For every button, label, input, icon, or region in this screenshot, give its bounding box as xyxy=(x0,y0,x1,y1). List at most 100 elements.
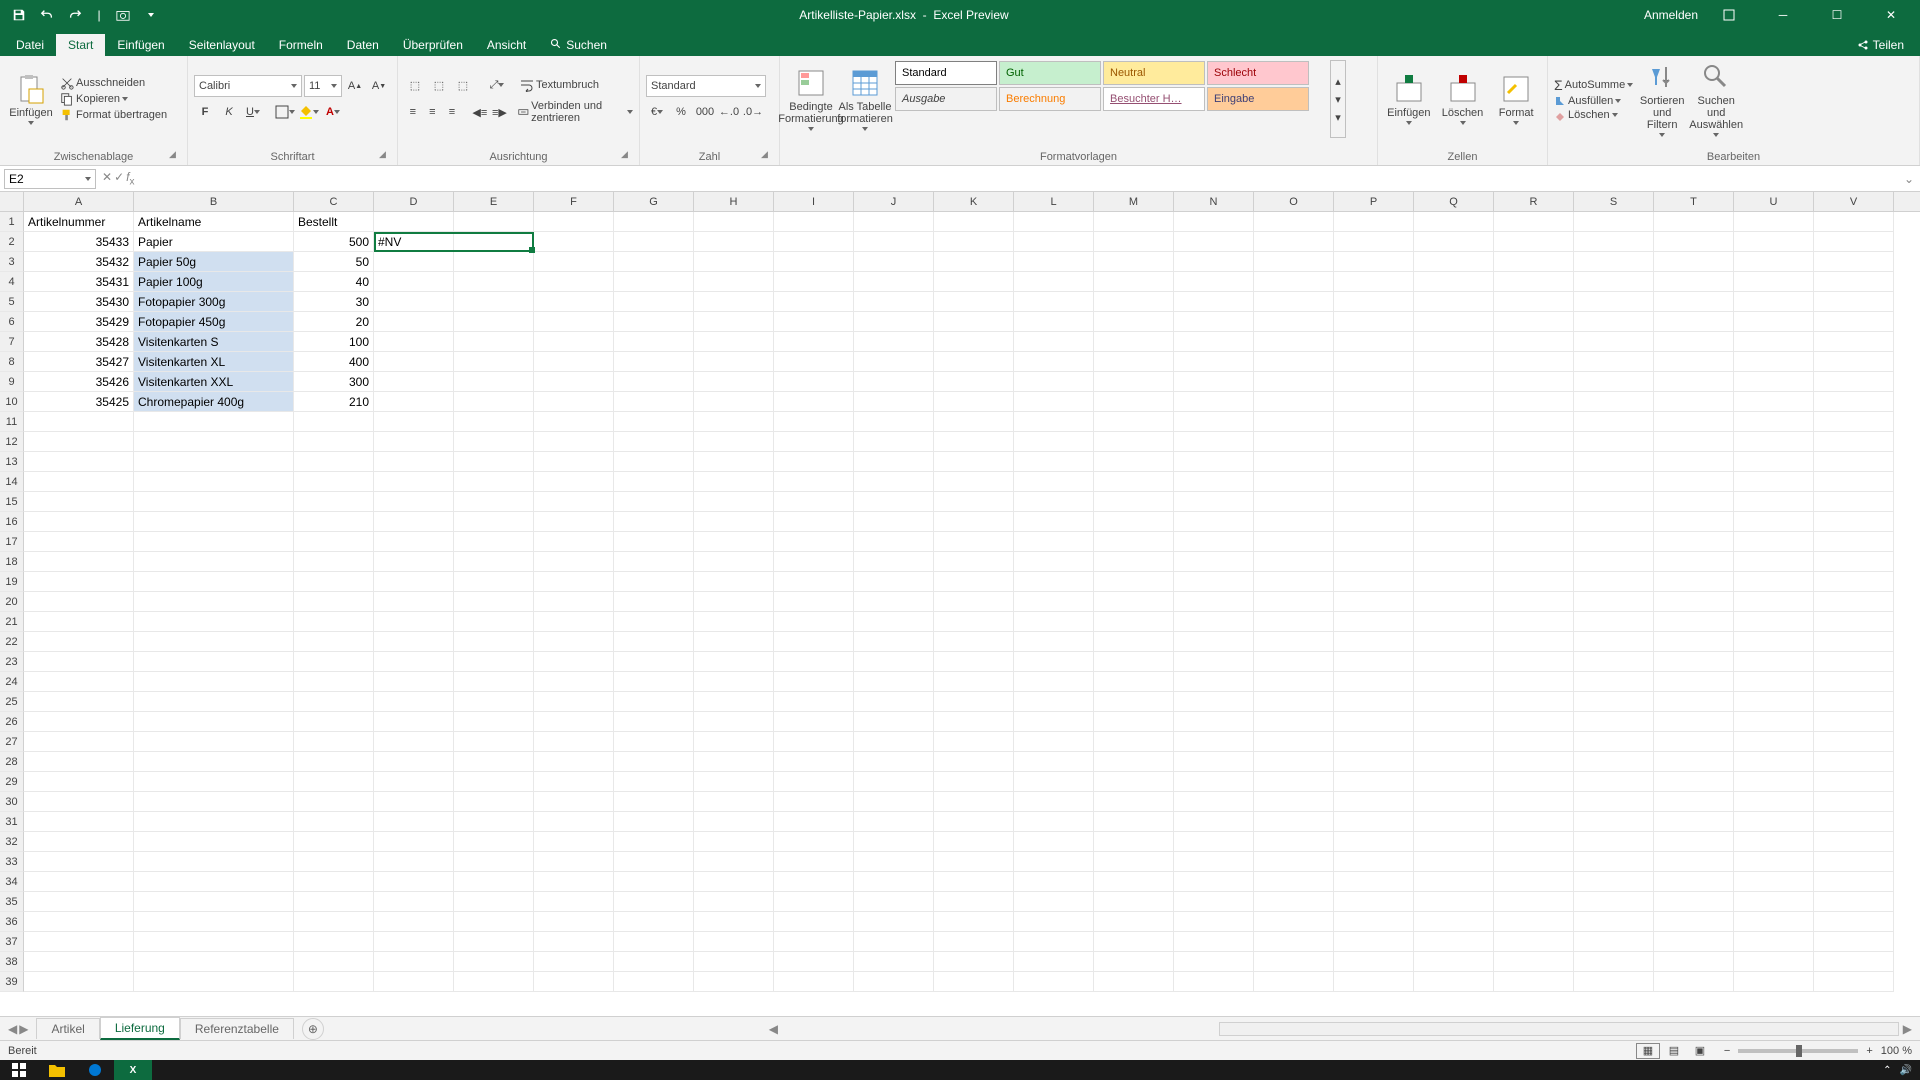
cell-E31[interactable] xyxy=(454,812,534,832)
cell-M4[interactable] xyxy=(1094,272,1174,292)
row-header[interactable]: 38 xyxy=(0,952,24,972)
cell-T32[interactable] xyxy=(1654,832,1734,852)
font-color-button[interactable]: A xyxy=(322,101,344,123)
excel-taskbar-icon[interactable]: X xyxy=(114,1060,152,1080)
cell-L26[interactable] xyxy=(1014,712,1094,732)
cell-K13[interactable] xyxy=(934,452,1014,472)
cell-B5[interactable]: Fotopapier 300g xyxy=(134,292,294,312)
cell-R11[interactable] xyxy=(1494,412,1574,432)
cell-K23[interactable] xyxy=(934,652,1014,672)
cell-C1[interactable]: Bestellt xyxy=(294,212,374,232)
cell-B15[interactable] xyxy=(134,492,294,512)
cell-P4[interactable] xyxy=(1334,272,1414,292)
row-header[interactable]: 5 xyxy=(0,292,24,312)
cell-R25[interactable] xyxy=(1494,692,1574,712)
cell-G37[interactable] xyxy=(614,932,694,952)
cell-U23[interactable] xyxy=(1734,652,1814,672)
cell-E8[interactable] xyxy=(454,352,534,372)
cell-L29[interactable] xyxy=(1014,772,1094,792)
cell-O23[interactable] xyxy=(1254,652,1334,672)
cell-Q29[interactable] xyxy=(1414,772,1494,792)
cell-C36[interactable] xyxy=(294,912,374,932)
cell-N2[interactable] xyxy=(1174,232,1254,252)
cell-O29[interactable] xyxy=(1254,772,1334,792)
cell-K19[interactable] xyxy=(934,572,1014,592)
style-more[interactable]: ▾ xyxy=(1331,108,1345,126)
conditional-formatting-button[interactable]: Bedingte Formatierung xyxy=(786,60,836,138)
cell-Q2[interactable] xyxy=(1414,232,1494,252)
cell-F17[interactable] xyxy=(534,532,614,552)
tab-daten[interactable]: Daten xyxy=(335,34,391,56)
cell-L20[interactable] xyxy=(1014,592,1094,612)
cell-R33[interactable] xyxy=(1494,852,1574,872)
cell-E20[interactable] xyxy=(454,592,534,612)
cell-M23[interactable] xyxy=(1094,652,1174,672)
cell-F19[interactable] xyxy=(534,572,614,592)
cell-D33[interactable] xyxy=(374,852,454,872)
cell-U33[interactable] xyxy=(1734,852,1814,872)
cell-P30[interactable] xyxy=(1334,792,1414,812)
cell-K25[interactable] xyxy=(934,692,1014,712)
cell-S16[interactable] xyxy=(1574,512,1654,532)
cell-J2[interactable] xyxy=(854,232,934,252)
cell-N4[interactable] xyxy=(1174,272,1254,292)
cell-S26[interactable] xyxy=(1574,712,1654,732)
cell-C24[interactable] xyxy=(294,672,374,692)
cell-E26[interactable] xyxy=(454,712,534,732)
cell-T37[interactable] xyxy=(1654,932,1734,952)
cell-E19[interactable] xyxy=(454,572,534,592)
cell-G16[interactable] xyxy=(614,512,694,532)
clipboard-dialog-launcher[interactable]: ◢ xyxy=(169,149,183,163)
cell-T38[interactable] xyxy=(1654,952,1734,972)
cell-A17[interactable] xyxy=(24,532,134,552)
cell-L16[interactable] xyxy=(1014,512,1094,532)
cell-K27[interactable] xyxy=(934,732,1014,752)
cell-A30[interactable] xyxy=(24,792,134,812)
cell-H6[interactable] xyxy=(694,312,774,332)
cell-G9[interactable] xyxy=(614,372,694,392)
cell-V6[interactable] xyxy=(1814,312,1894,332)
style-besuchter[interactable]: Besuchter H… xyxy=(1103,87,1205,111)
cell-T24[interactable] xyxy=(1654,672,1734,692)
cell-K32[interactable] xyxy=(934,832,1014,852)
cell-Q15[interactable] xyxy=(1414,492,1494,512)
cell-M26[interactable] xyxy=(1094,712,1174,732)
cell-O35[interactable] xyxy=(1254,892,1334,912)
cell-I6[interactable] xyxy=(774,312,854,332)
cell-S7[interactable] xyxy=(1574,332,1654,352)
cell-Q5[interactable] xyxy=(1414,292,1494,312)
cell-B26[interactable] xyxy=(134,712,294,732)
col-header-C[interactable]: C xyxy=(294,192,374,211)
cell-C28[interactable] xyxy=(294,752,374,772)
cell-H7[interactable] xyxy=(694,332,774,352)
row-header[interactable]: 27 xyxy=(0,732,24,752)
cell-T4[interactable] xyxy=(1654,272,1734,292)
cell-R27[interactable] xyxy=(1494,732,1574,752)
cell-H17[interactable] xyxy=(694,532,774,552)
cell-R22[interactable] xyxy=(1494,632,1574,652)
cell-G25[interactable] xyxy=(614,692,694,712)
cell-J5[interactable] xyxy=(854,292,934,312)
cell-A24[interactable] xyxy=(24,672,134,692)
format-cells-button[interactable]: Format xyxy=(1491,60,1541,138)
cell-R18[interactable] xyxy=(1494,552,1574,572)
cell-B18[interactable] xyxy=(134,552,294,572)
cell-V22[interactable] xyxy=(1814,632,1894,652)
cell-M7[interactable] xyxy=(1094,332,1174,352)
col-header-T[interactable]: T xyxy=(1654,192,1734,211)
cell-styles-gallery[interactable]: Standard Gut Neutral Schlecht Ausgabe Be… xyxy=(894,60,1326,112)
zoom-level[interactable]: 100 % xyxy=(1881,1045,1912,1057)
cell-F36[interactable] xyxy=(534,912,614,932)
cell-N1[interactable] xyxy=(1174,212,1254,232)
cell-P12[interactable] xyxy=(1334,432,1414,452)
cell-Q8[interactable] xyxy=(1414,352,1494,372)
cell-A2[interactable]: 35433 xyxy=(24,232,134,252)
cell-F18[interactable] xyxy=(534,552,614,572)
cell-M18[interactable] xyxy=(1094,552,1174,572)
row-header[interactable]: 26 xyxy=(0,712,24,732)
cell-U25[interactable] xyxy=(1734,692,1814,712)
cell-E29[interactable] xyxy=(454,772,534,792)
percent-format-icon[interactable]: % xyxy=(670,101,692,123)
align-left-icon[interactable]: ≡ xyxy=(404,101,422,123)
row-header[interactable]: 24 xyxy=(0,672,24,692)
